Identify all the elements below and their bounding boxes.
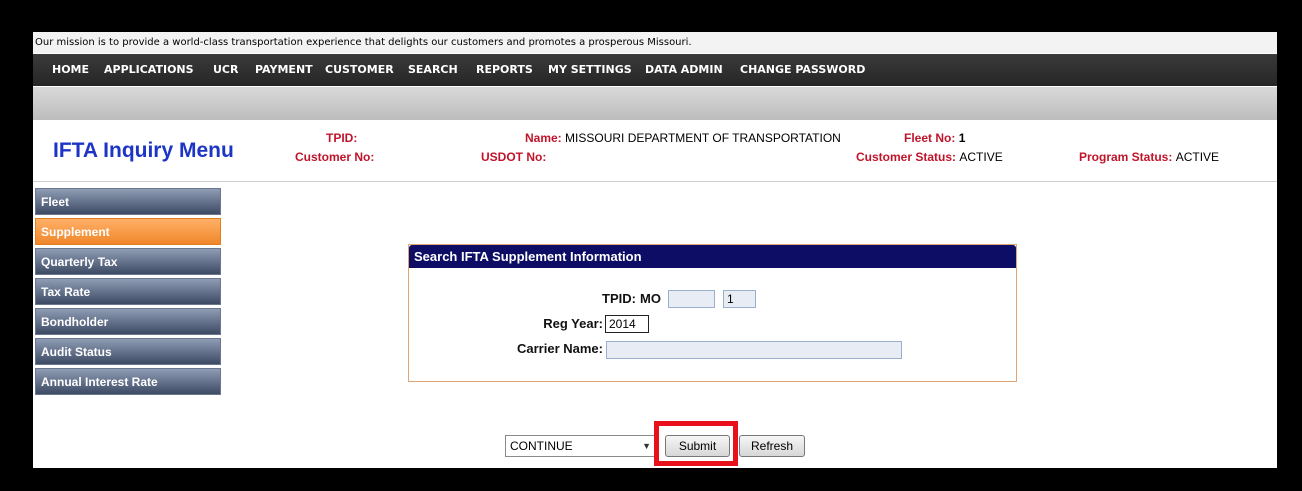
search-panel-title: Search IFTA Supplement Information [409,245,1016,268]
sidebar-item-annual-interest-rate[interactable]: Annual Interest Rate [35,368,221,395]
sidebar-menu: Fleet Supplement Quarterly Tax Tax Rate … [35,188,221,398]
sidebar-item-bondholder[interactable]: Bondholder [35,308,221,335]
reg-year-input[interactable]: 2014 [605,315,649,333]
nav-my-settings[interactable]: MY SETTINGS [548,54,632,86]
carrier-name-input[interactable] [606,341,902,359]
page: Our mission is to provide a world-class … [33,32,1277,468]
refresh-button[interactable]: Refresh [739,435,805,457]
nav-payment[interactable]: PAYMENT [255,54,313,86]
sidebar-item-supplement[interactable]: Supplement [35,218,221,245]
program-status-value: ACTIVE [1175,150,1220,164]
carrier-name-label: Carrier Name: [517,341,603,356]
nav-reports[interactable]: REPORTS [476,54,533,86]
header-band [33,87,1277,120]
page-title: IFTA Inquiry Menu [53,139,234,162]
submit-highlight-box [654,421,738,466]
name-value: MISSOURI DEPARTMENT OF TRANSPORTATION [565,131,841,145]
usdot-label: USDOT No: [481,150,547,164]
tpid-label: TPID: [602,291,636,306]
fleet-no-field: Fleet No: 1 [904,131,965,145]
name-field: Name: MISSOURI DEPARTMENT OF TRANSPORTAT… [525,131,841,145]
program-status-label: Program Status: [1079,150,1173,164]
nav-ucr[interactable]: UCR [213,54,238,86]
sidebar-item-quarterly-tax[interactable]: Quarterly Tax [35,248,221,275]
nav-data-admin[interactable]: DATA ADMIN [645,54,723,86]
nav-change-password[interactable]: CHANGE PASSWORD [740,54,865,86]
action-select-value: CONTINUE [510,439,573,453]
chevron-down-icon: ▼ [642,441,651,451]
nav-applications[interactable]: APPLICATIONS [104,54,194,86]
tpid-suffix-input[interactable]: 1 [723,290,756,308]
reg-year-label: Reg Year: [543,316,603,331]
customer-header: IFTA Inquiry Menu TPID: Customer No: Nam… [33,121,1277,182]
top-nav: HOME APPLICATIONS UCR PAYMENT CUSTOMER S… [33,54,1277,86]
fleet-no-value: 1 [958,131,966,145]
nav-home[interactable]: HOME [52,54,89,86]
nav-search[interactable]: SEARCH [408,54,458,86]
mission-banner: Our mission is to provide a world-class … [33,32,1277,53]
customer-status-field: Customer Status: ACTIVE [856,150,1003,164]
tpid-header-label: TPID: [326,131,358,145]
customer-status-value: ACTIVE [959,150,1003,164]
nav-customer[interactable]: CUSTOMER [325,54,394,86]
sidebar-item-audit-status[interactable]: Audit Status [35,338,221,365]
name-label: Name: [525,131,562,145]
sidebar-item-tax-rate[interactable]: Tax Rate [35,278,221,305]
action-select[interactable]: CONTINUE ▼ [505,435,655,457]
customer-status-label: Customer Status: [856,150,957,164]
tpid-prefix: MO [640,291,661,306]
fleet-no-label: Fleet No: [904,131,956,145]
sidebar-item-fleet[interactable]: Fleet [35,188,221,215]
tpid-number-input[interactable] [668,290,715,308]
customer-no-label: Customer No: [295,150,375,164]
search-panel: Search IFTA Supplement Information TPID:… [408,244,1017,382]
program-status-field: Program Status: ACTIVE [1079,150,1219,164]
